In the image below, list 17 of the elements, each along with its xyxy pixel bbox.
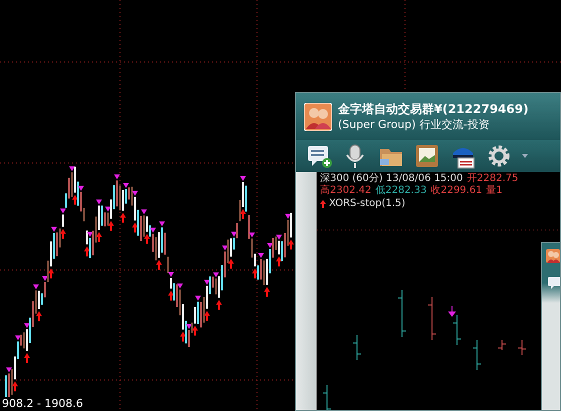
chat-bubble-plus-icon[interactable]: [306, 143, 332, 170]
quote-value: 量1: [486, 185, 502, 197]
quote-value: 高2302.42: [320, 185, 372, 197]
arrow-up-icon: [320, 200, 326, 208]
group-title: 金字塔自动交易群¥(212279469): [338, 102, 528, 117]
settings-icon[interactable]: [486, 143, 512, 170]
quote-value: 低2282.33: [375, 185, 427, 197]
chart-heading: 深300 (60分) 13/08/06 15:00: [320, 173, 463, 184]
quote-value: 开2282.75: [466, 173, 518, 185]
group-avatar-icon: [304, 102, 332, 131]
group-subtitle: (Super Group) 行业交流-投资: [338, 116, 490, 132]
caret-icon[interactable]: [522, 154, 528, 158]
quote-value: 收2299.61: [430, 185, 482, 197]
indicator-label: XORS-stop(1.5): [329, 198, 406, 210]
picture-frame-icon[interactable]: [414, 143, 440, 170]
chat-bubble-icon[interactable]: [548, 277, 560, 289]
group-avatar-icon: [546, 249, 560, 263]
